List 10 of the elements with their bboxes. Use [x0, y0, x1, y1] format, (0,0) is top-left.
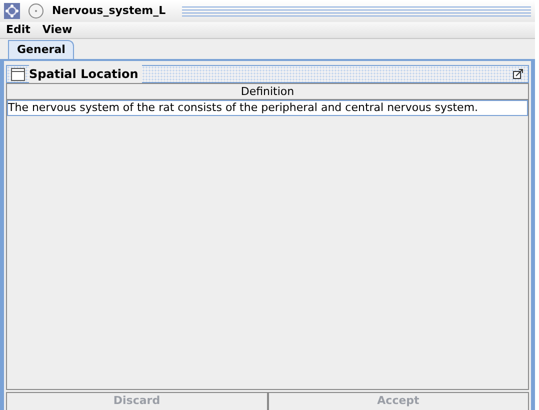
- panel-title: Spatial Location: [29, 65, 142, 83]
- menu-item[interactable]: Edit: [6, 22, 30, 38]
- window-icon: [11, 68, 25, 80]
- window-title: Nervous_system_L: [52, 2, 166, 19]
- app-icon: [4, 3, 20, 19]
- window-menu-icon[interactable]: [28, 3, 44, 19]
- tab[interactable]: General: [8, 40, 74, 59]
- maximize-icon[interactable]: [512, 68, 524, 80]
- table-row[interactable]: The nervous system of the rat consists of the peripheral and central nervous system.: [7, 100, 528, 116]
- menu-item[interactable]: View: [42, 22, 72, 38]
